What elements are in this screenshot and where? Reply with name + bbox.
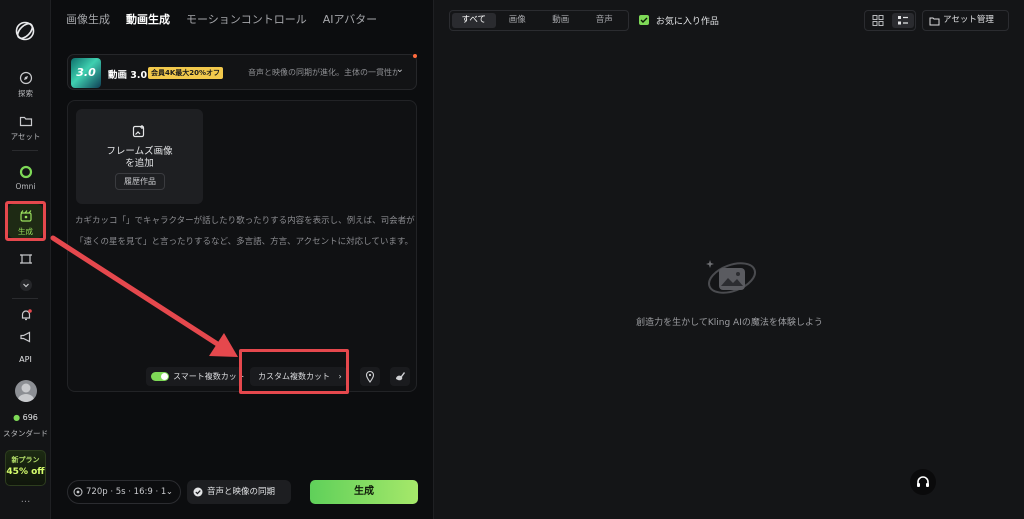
promo-discount: 45% off [6, 467, 45, 477]
folder-icon [19, 116, 32, 127]
frame-crop-icon [19, 254, 32, 264]
sidebar-item-api[interactable]: API [0, 355, 51, 364]
tab-ai-avatar[interactable]: AIアバター [323, 11, 377, 27]
promo-badge[interactable]: 新プラン 45% off [5, 450, 46, 486]
kling-logo-icon[interactable] [14, 20, 36, 42]
checkbox-checked-icon[interactable] [639, 15, 649, 25]
sidebar-item-label: アセット [10, 132, 41, 141]
generation-panel: 画像生成 動画生成 モーションコントロール AIアバター 3.0 動画 3.0 … [52, 0, 432, 519]
bottom-bar: 720p · 5s · 16:9 · 1 ⌄ 音声と映像の同期 生成 [67, 480, 418, 504]
announcements-button[interactable] [0, 330, 51, 347]
smart-multicut-label: スマート複数カット [173, 372, 245, 381]
filter-tabs: すべて 画像 動画 音声 [449, 10, 629, 31]
history-works-button[interactable]: 履歴作品 [115, 173, 165, 190]
compass-icon [19, 71, 32, 85]
toggle-switch[interactable] [151, 372, 169, 381]
location-pin-button[interactable] [360, 367, 380, 386]
gallery-panel: すべて 画像 動画 音声 お気に入り作品 アセット管理 創造力を生かしてKlin… [433, 0, 1024, 519]
model-description: 音声と映像の同期が進化。主体の一貫性が... [248, 68, 398, 77]
chevron-down-icon: ⌄ [395, 64, 404, 75]
more-button[interactable]: ... [0, 494, 51, 505]
add-image-icon [132, 125, 145, 138]
empty-state-message: 創造力を生かしてKling AIの魔法を体験しよう [636, 318, 823, 328]
video-settings-value: 720p · 5s · 16:9 · 1 [86, 487, 167, 497]
pin-icon [365, 370, 375, 383]
sidebar-item-omni[interactable]: Omni [0, 165, 51, 191]
filter-all[interactable]: すべて [452, 13, 496, 28]
empty-gallery-illustration-icon [706, 260, 756, 294]
asset-management-label: アセット管理 [943, 15, 994, 25]
filter-video[interactable]: 動画 [539, 13, 583, 28]
favorites-filter[interactable]: お気に入り作品 [639, 14, 719, 27]
chevron-down-icon [19, 279, 32, 291]
add-frame-subtitle: を追加 [125, 158, 154, 169]
promo-title: 新プラン [11, 456, 40, 464]
folder-icon [929, 17, 940, 26]
view-toggle [864, 10, 916, 31]
check-circle-icon [193, 487, 203, 497]
sync-label: 音声と映像の同期 [207, 487, 276, 497]
omni-ring-icon [19, 165, 32, 179]
list-view-button[interactable] [892, 13, 914, 28]
user-silhouette-icon [18, 383, 34, 402]
tab-motion-control[interactable]: モーションコントロール [186, 11, 307, 27]
left-rail: 探索 アセット Omni 生成 API ● 696 スタンダード 新プラン 45… [0, 0, 51, 519]
credits-value: 696 [22, 413, 38, 422]
filter-image[interactable]: 画像 [496, 13, 540, 28]
sidebar-item-label: API [19, 355, 32, 364]
annotation-highlight-generate [5, 201, 46, 241]
brush-icon [396, 372, 405, 381]
settings-circle-icon [73, 487, 83, 497]
flame-icon: ● [13, 413, 21, 422]
favorites-label: お気に入り作品 [655, 17, 719, 27]
credits[interactable]: ● 696 [0, 413, 51, 422]
tab-video-generation[interactable]: 動画生成 [126, 11, 170, 27]
video-settings-dropdown[interactable]: 720p · 5s · 16:9 · 1 ⌄ [67, 480, 181, 504]
model-name: 動画 3.0 [108, 70, 148, 81]
audio-video-sync-toggle[interactable]: 音声と映像の同期 [187, 480, 291, 504]
megaphone-icon [19, 331, 30, 343]
tab-image-generation[interactable]: 画像生成 [66, 11, 110, 27]
add-frame-image-button[interactable]: フレームズ画像 を追加 履歴作品 [76, 109, 203, 204]
chevron-down-icon: ⌄ [165, 487, 173, 497]
asset-management-button[interactable]: アセット管理 [922, 10, 1009, 31]
avatar[interactable] [15, 380, 37, 402]
style-button[interactable] [390, 367, 410, 386]
prompt-input[interactable]: カギカッコ「」でキャラクターが話したり歌ったりする内容を表示し、例えば、司会者が… [75, 211, 415, 253]
plan-label: スタンダード [3, 429, 48, 438]
generate-button[interactable]: 生成 [310, 480, 418, 504]
headset-icon [917, 476, 929, 487]
sidebar-item-frame[interactable] [0, 252, 51, 269]
grid-view-button[interactable] [867, 13, 889, 28]
model-selector[interactable]: 3.0 動画 3.0 会員4K最大20%オフ 音声と映像の同期が進化。主体の一貫… [67, 54, 417, 90]
smart-multicut-toggle[interactable]: スマート複数カット [146, 367, 245, 386]
new-indicator-dot [413, 54, 417, 58]
model-thumbnail: 3.0 [71, 58, 101, 88]
support-button[interactable] [910, 469, 936, 495]
discount-badge: 会員4K最大20%オフ [148, 67, 224, 79]
filter-audio[interactable]: 音声 [583, 13, 627, 28]
sidebar-item-explore[interactable]: 探索 [0, 71, 51, 99]
grid-icon [872, 15, 884, 26]
rail-divider [12, 298, 38, 299]
rail-divider [12, 150, 38, 151]
annotation-highlight-custom-multicut [239, 349, 349, 394]
top-nav: 画像生成 動画生成 モーションコントロール AIアバター [66, 11, 377, 27]
sidebar-item-label: Omni [15, 182, 36, 191]
bell-icon [21, 309, 32, 321]
notifications-button[interactable] [0, 308, 51, 325]
list-icon [898, 16, 908, 25]
sidebar-expand[interactable] [0, 278, 51, 295]
sidebar-item-label: 探索 [18, 89, 33, 98]
sidebar-item-assets[interactable]: アセット [0, 114, 51, 142]
